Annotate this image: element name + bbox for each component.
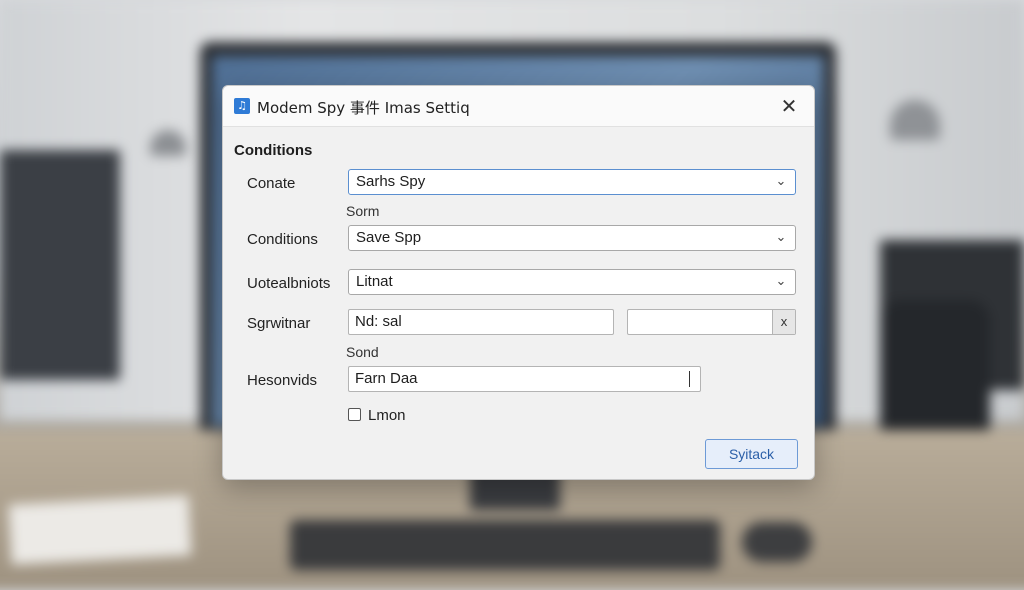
sorm-sublabel: Sorm	[346, 203, 380, 219]
conditions-dropdown[interactable]: Save Spp ⌄	[348, 225, 796, 251]
sgrwitnar-label: Sgrwitnar	[247, 315, 311, 332]
close-button[interactable]: ✕	[775, 94, 803, 118]
title-bar: ♫ Modem Spy 事件 Imas Settiq ✕	[223, 86, 814, 127]
music-note-icon: ♫	[234, 98, 250, 114]
conate-dropdown[interactable]: Sarhs Spy ⌄	[348, 169, 796, 195]
conditions-label: Conditions	[247, 231, 318, 248]
uotealbniots-label: Uotealbniots	[247, 275, 331, 292]
settings-dialog: ♫ Modem Spy 事件 Imas Settiq ✕ Conditions …	[222, 85, 815, 480]
secondary-field[interactable]: x	[627, 309, 796, 335]
chevron-down-icon: ⌄	[775, 230, 787, 245]
hesonvids-field[interactable]: Farn Daa	[348, 366, 701, 392]
submit-button[interactable]: Syitack	[705, 439, 798, 469]
conditions-value: Save Spp	[356, 229, 422, 246]
lmon-checkbox[interactable]	[348, 408, 361, 421]
text-cursor	[689, 371, 690, 387]
clear-button[interactable]: x	[772, 310, 795, 334]
sgrwitnar-field[interactable]: Nd: sal	[348, 309, 614, 335]
lmon-label: Lmon	[368, 407, 406, 424]
uotealbniots-dropdown[interactable]: Litnat ⌄	[348, 269, 796, 295]
dialog-title: Modem Spy 事件 Imas Settiq	[257, 99, 470, 117]
hesonvids-label: Hesonvids	[247, 372, 318, 389]
hesonvids-value: Farn Daa	[355, 370, 418, 387]
chevron-down-icon: ⌄	[775, 174, 787, 189]
conate-value: Sarhs Spy	[356, 173, 426, 190]
sgrwitnar-value: Nd: sal	[355, 313, 402, 330]
conate-label: Conate	[247, 175, 296, 192]
section-title: Conditions	[234, 142, 313, 159]
sond-sublabel: Sond	[346, 344, 379, 360]
chevron-down-icon: ⌄	[775, 274, 787, 289]
uotealbniots-value: Litnat	[356, 273, 393, 290]
